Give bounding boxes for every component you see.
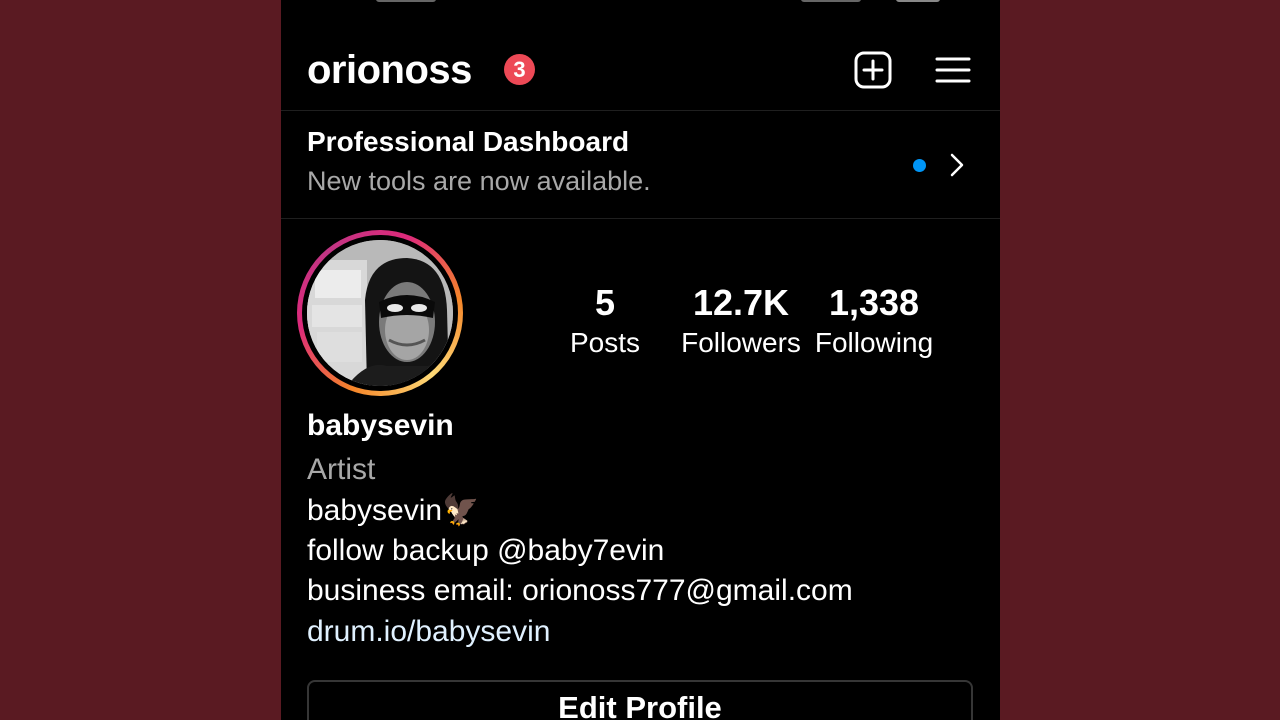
- notification-badge[interactable]: 3: [504, 54, 535, 85]
- dashboard-title: Professional Dashboard: [307, 126, 630, 157]
- chevron-right-icon: [950, 153, 964, 177]
- dashboard-subtitle: New tools are now available.: [307, 166, 651, 196]
- profile-name: babysevin: [307, 409, 454, 442]
- avatar[interactable]: [307, 240, 453, 386]
- avatar-photo: [307, 240, 453, 386]
- status-bar-right: [801, 0, 861, 2]
- followers-stat[interactable]: 12.7K Followers: [675, 282, 807, 362]
- posts-count: 5: [594, 282, 616, 323]
- following-stat[interactable]: 1,338 Following: [807, 282, 941, 362]
- new-indicator-dot: [913, 159, 926, 172]
- bio-line: follow backup @baby7evin: [307, 534, 665, 567]
- create-button[interactable]: [853, 50, 893, 90]
- menu-button[interactable]: [933, 50, 973, 90]
- followers-label: Followers: [681, 327, 801, 358]
- profile-link[interactable]: drum.io/babysevin: [307, 614, 550, 650]
- edit-profile-button[interactable]: Edit Profile: [307, 680, 973, 720]
- dashboard-divider: [281, 218, 1000, 219]
- posts-label: Posts: [569, 327, 641, 358]
- following-label: Following: [814, 327, 934, 358]
- posts-stat[interactable]: 5 Posts: [555, 282, 655, 362]
- bio-line: business email: orionoss777@gmail.com: [307, 574, 853, 607]
- story-ring[interactable]: [297, 230, 463, 396]
- bio-line: babysevin🦅: [307, 494, 480, 527]
- header-divider: [281, 110, 1000, 111]
- profile-header: orionoss 3: [281, 28, 1000, 110]
- profile-category: Artist: [307, 453, 376, 486]
- professional-dashboard-banner[interactable]: Professional Dashboard New tools are now…: [281, 112, 1000, 218]
- avatar-border: [302, 235, 458, 391]
- plus-square-icon: [854, 51, 892, 89]
- phone-screen: orionoss 3 Professional Dashboard New to…: [281, 0, 1000, 720]
- battery-icon: [896, 0, 940, 2]
- account-username[interactable]: orionoss: [307, 48, 472, 92]
- followers-count: 12.7K: [692, 282, 790, 323]
- hamburger-menu-icon: [935, 57, 971, 83]
- following-count: 1,338: [828, 282, 920, 323]
- status-bar-left: [376, 0, 436, 2]
